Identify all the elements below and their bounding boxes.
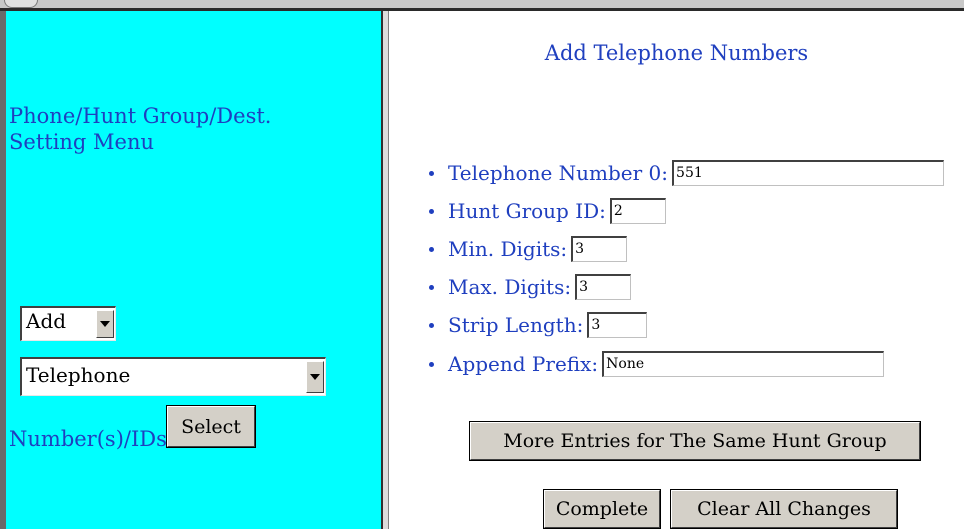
select-button[interactable]: Select (166, 405, 256, 448)
bullet-icon (429, 361, 434, 367)
max-digits-input[interactable]: 3 (575, 274, 632, 300)
clear-all-changes-button[interactable]: Clear All Changes (670, 489, 898, 529)
type-select-value: Telephone (26, 363, 131, 387)
append-prefix-label: Append Prefix: (448, 352, 599, 376)
field-row-min-digits: Min. Digits: 3 (429, 235, 628, 263)
type-select-dropdown-button[interactable] (306, 361, 324, 393)
append-prefix-input[interactable]: None (602, 351, 885, 377)
more-entries-button[interactable]: More Entries for The Same Hunt Group (469, 421, 921, 461)
strip-length-input[interactable]: 3 (587, 312, 648, 338)
menu-title: Phone/Hunt Group/Dest. Setting Menu (9, 104, 272, 154)
action-select-value: Add (26, 309, 67, 333)
action-select[interactable]: Add (20, 306, 116, 341)
field-row-append-prefix: Append Prefix: None (429, 350, 885, 378)
complete-button[interactable]: Complete (543, 489, 661, 529)
chevron-down-icon (310, 374, 320, 380)
frame-tab (4, 0, 38, 8)
page-title: Add Telephone Numbers (544, 41, 809, 65)
frame-divider[interactable] (381, 11, 389, 529)
main-frame: Add Telephone Numbers Telephone Number 0… (389, 11, 964, 529)
top-frame-border (0, 0, 964, 11)
action-select-dropdown-button[interactable] (96, 310, 114, 338)
field-row-telephone-number: Telephone Number 0: 551 (429, 159, 945, 187)
min-digits-input[interactable]: 3 (571, 236, 628, 262)
min-digits-label: Min. Digits: (448, 237, 568, 261)
bullet-icon (429, 284, 434, 290)
telephone-number-label: Telephone Number 0: (448, 161, 669, 185)
field-row-max-digits: Max. Digits: 3 (429, 273, 632, 301)
field-row-strip-length: Strip Length: 3 (429, 311, 648, 339)
type-select[interactable]: Telephone (20, 357, 326, 396)
chevron-down-icon (100, 321, 110, 327)
numbers-ids-label: Number(s)/IDs (9, 427, 167, 451)
hunt-group-id-label: Hunt Group ID: (448, 199, 606, 223)
left-frame: Phone/Hunt Group/Dest. Setting Menu Add … (0, 11, 381, 529)
bullet-icon (429, 170, 434, 176)
strip-length-label: Strip Length: (448, 313, 584, 337)
bullet-icon (429, 246, 434, 252)
bullet-icon (429, 322, 434, 328)
telephone-number-input[interactable]: 551 (672, 160, 945, 186)
bullet-icon (429, 208, 434, 214)
hunt-group-id-input[interactable]: 2 (609, 198, 666, 224)
max-digits-label: Max. Digits: (448, 275, 572, 299)
field-row-hunt-group-id: Hunt Group ID: 2 (429, 197, 666, 225)
